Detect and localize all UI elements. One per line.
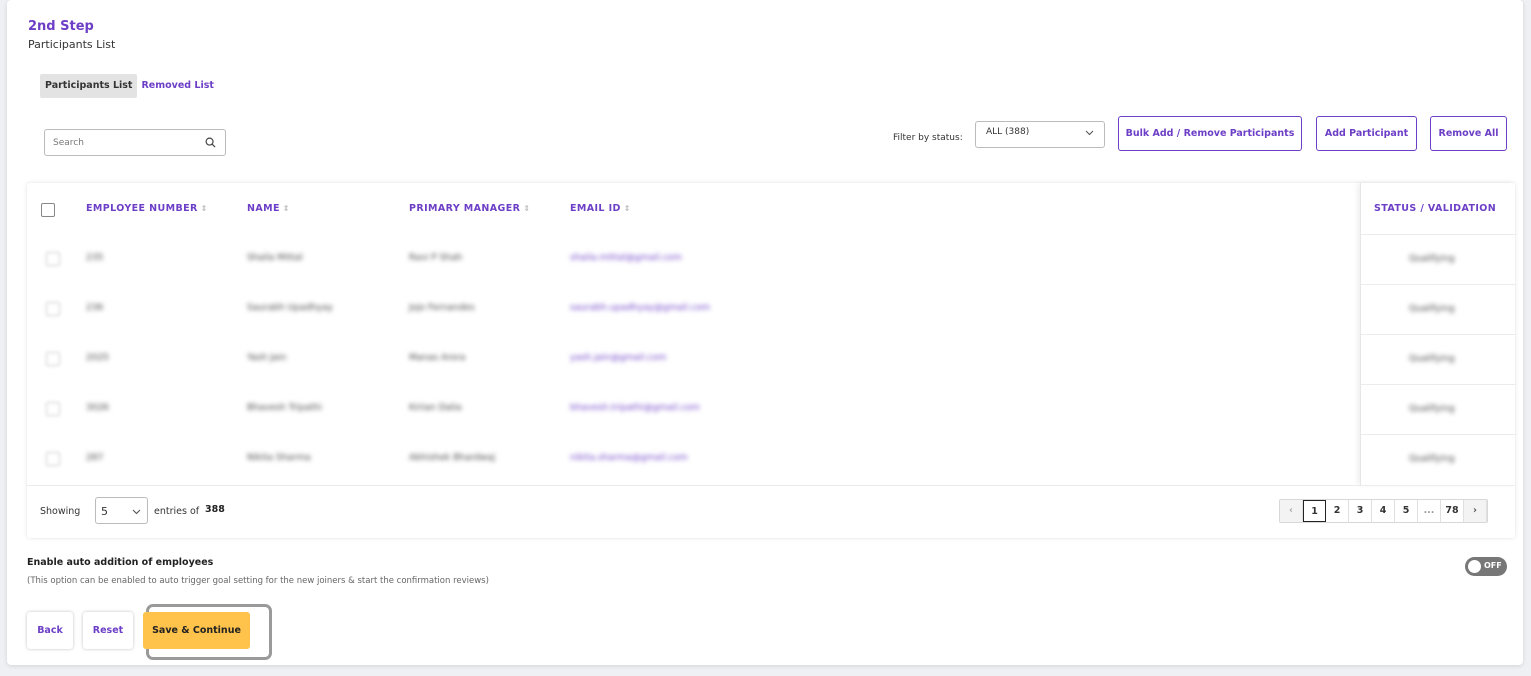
column-header-name[interactable]: NAME ⇕: [247, 203, 290, 214]
status-cell: Qualifying: [1361, 434, 1516, 484]
tab-participants-list[interactable]: Participants List: [40, 74, 138, 98]
cell-name: Saurabh Upadhyay: [247, 303, 333, 313]
table-row[interactable]: 2025 Yash Jain Manas Arora yash.jain@gma…: [27, 334, 1360, 384]
prev-page-button[interactable]: ‹: [1280, 500, 1303, 522]
filter-label: Filter by status:: [893, 133, 963, 143]
cell-email[interactable]: bhavesh.tripathi@gmail.com: [570, 403, 700, 413]
status-value: Qualifying: [1409, 404, 1455, 414]
tab-removed-list[interactable]: Removed List: [137, 74, 218, 98]
page-3-button[interactable]: 3: [1349, 500, 1372, 522]
pagination: ‹ 1 2 3 4 5 ... 78 ›: [1279, 499, 1488, 523]
page-78-button[interactable]: 78: [1441, 500, 1464, 522]
cell-email[interactable]: yash.jain@gmail.com: [570, 353, 666, 363]
cell-name: Bhavesh Tripathi: [247, 403, 322, 413]
status-value: Qualifying: [1409, 454, 1455, 464]
remove-all-button[interactable]: Remove All: [1430, 116, 1507, 151]
sort-icon[interactable]: ⇕: [523, 204, 530, 213]
reset-button[interactable]: Reset: [83, 612, 133, 649]
row-checkbox[interactable]: [46, 452, 60, 466]
cell-email[interactable]: saurabh.upadhyay@gmail.com: [570, 303, 710, 313]
status-value: Qualifying: [1409, 304, 1455, 314]
toggle-knob: [1468, 560, 1481, 573]
column-header-email-id[interactable]: EMAIL ID ⇕: [570, 203, 631, 214]
status-value: Qualifying: [1409, 354, 1455, 364]
column-header-primary-manager[interactable]: PRIMARY MANAGER ⇕: [409, 203, 530, 214]
page-4-button[interactable]: 4: [1372, 500, 1395, 522]
cell-manager: Ravi P Shah: [409, 253, 463, 263]
row-checkbox[interactable]: [46, 302, 60, 316]
cell-employee-number: 236: [86, 303, 104, 313]
status-column: STATUS / VALIDATION Qualifying Qualifyin…: [1360, 183, 1516, 485]
cell-email[interactable]: nikita.sharma@gmail.com: [570, 453, 688, 463]
step-title: 2nd Step: [28, 19, 94, 34]
cell-manager: Manas Arora: [409, 353, 466, 363]
table-row[interactable]: 235 Shaila Mittal Ravi P Shah shaila.mit…: [27, 234, 1360, 284]
save-continue-button[interactable]: Save & Continue: [143, 612, 250, 649]
sort-icon[interactable]: ⇕: [201, 204, 208, 213]
column-header-label: PRIMARY MANAGER: [409, 203, 521, 214]
entries-of-label: entries of: [154, 506, 200, 517]
table-row[interactable]: 3026 Bhavesh Tripathi Kirtan Dalia bhave…: [27, 384, 1360, 434]
status-cell: Qualifying: [1361, 334, 1516, 384]
chevron-down-icon: [132, 505, 141, 518]
page-ellipsis: ...: [1418, 500, 1441, 522]
status-cell: Qualifying: [1361, 234, 1516, 284]
next-page-button[interactable]: ›: [1464, 500, 1487, 522]
back-button[interactable]: Back: [27, 612, 73, 649]
cell-employee-number: 287: [86, 453, 104, 463]
row-checkbox[interactable]: [46, 352, 60, 366]
page-2-button[interactable]: 2: [1326, 500, 1349, 522]
status-filter-select[interactable]: ALL (388): [975, 121, 1105, 148]
column-header-status-validation[interactable]: STATUS / VALIDATION: [1374, 203, 1496, 214]
status-value: Qualifying: [1409, 254, 1455, 264]
select-all-checkbox[interactable]: [41, 203, 55, 217]
entries-per-page-select[interactable]: 5: [95, 497, 148, 524]
bulk-add-remove-button[interactable]: Bulk Add / Remove Participants: [1118, 116, 1302, 151]
column-header-label: NAME: [247, 203, 280, 214]
cell-name: Yash Jain: [247, 353, 287, 363]
cell-employee-number: 2025: [86, 353, 109, 363]
row-checkbox[interactable]: [46, 402, 60, 416]
cell-manager: Abhishek Bhardwaj: [409, 453, 496, 463]
search-input[interactable]: [45, 131, 199, 154]
status-filter-value: ALL (388): [986, 127, 1030, 137]
table-row[interactable]: 287 Nikita Sharma Abhishek Bhardwaj niki…: [27, 434, 1360, 484]
cell-employee-number: 235: [86, 253, 104, 263]
cell-name: Nikita Sharma: [247, 453, 311, 463]
table-header: EMPLOYEE NUMBER ⇕ NAME ⇕ PRIMARY MANAGER ⇕ …: [27, 183, 1515, 234]
status-cell: Qualifying: [1361, 384, 1516, 434]
cell-manager: Kirtan Dalia: [409, 403, 462, 413]
tab-bar: Participants List Removed List: [40, 74, 219, 98]
row-checkbox[interactable]: [46, 252, 60, 266]
step-subtitle: Participants List: [28, 38, 116, 51]
search-box: [44, 129, 226, 156]
cell-employee-number: 3026: [86, 403, 109, 413]
cell-name: Shaila Mittal: [247, 253, 303, 263]
table-row[interactable]: 236 Saurabh Upadhyay Jojo Fernandes saur…: [27, 284, 1360, 334]
search-icon[interactable]: [199, 132, 221, 154]
column-header-label: EMPLOYEE NUMBER: [86, 203, 198, 214]
auto-addition-toggle[interactable]: OFF: [1465, 557, 1507, 576]
cell-email[interactable]: shaila.mittal@gmail.com: [570, 253, 682, 263]
sort-icon[interactable]: ⇕: [283, 204, 290, 213]
auto-addition-title: Enable auto addition of employees: [27, 557, 214, 568]
auto-addition-description: (This option can be enabled to auto trig…: [27, 576, 489, 586]
column-header-label: EMAIL ID: [570, 203, 621, 214]
chevron-down-icon: [1085, 129, 1094, 139]
toggle-state-label: OFF: [1484, 561, 1502, 570]
entries-total: 388: [205, 504, 225, 515]
page-1-button[interactable]: 1: [1303, 500, 1326, 522]
showing-label: Showing: [40, 506, 81, 517]
step-card: 2nd Step Participants List Participants …: [7, 0, 1523, 665]
add-participant-button[interactable]: Add Participant: [1316, 116, 1417, 151]
sort-icon[interactable]: ⇕: [624, 204, 631, 213]
entries-per-page-value: 5: [101, 505, 108, 518]
cell-manager: Jojo Fernandes: [409, 303, 475, 313]
page-5-button[interactable]: 5: [1395, 500, 1418, 522]
table-footer: Showing 5 entries of 388 ‹ 1 2 3 4 5 ...…: [27, 485, 1515, 538]
column-header-employee-number[interactable]: EMPLOYEE NUMBER ⇕: [86, 203, 208, 214]
participants-table: EMPLOYEE NUMBER ⇕ NAME ⇕ PRIMARY MANAGER ⇕ …: [27, 183, 1516, 538]
status-cell: Qualifying: [1361, 284, 1516, 334]
